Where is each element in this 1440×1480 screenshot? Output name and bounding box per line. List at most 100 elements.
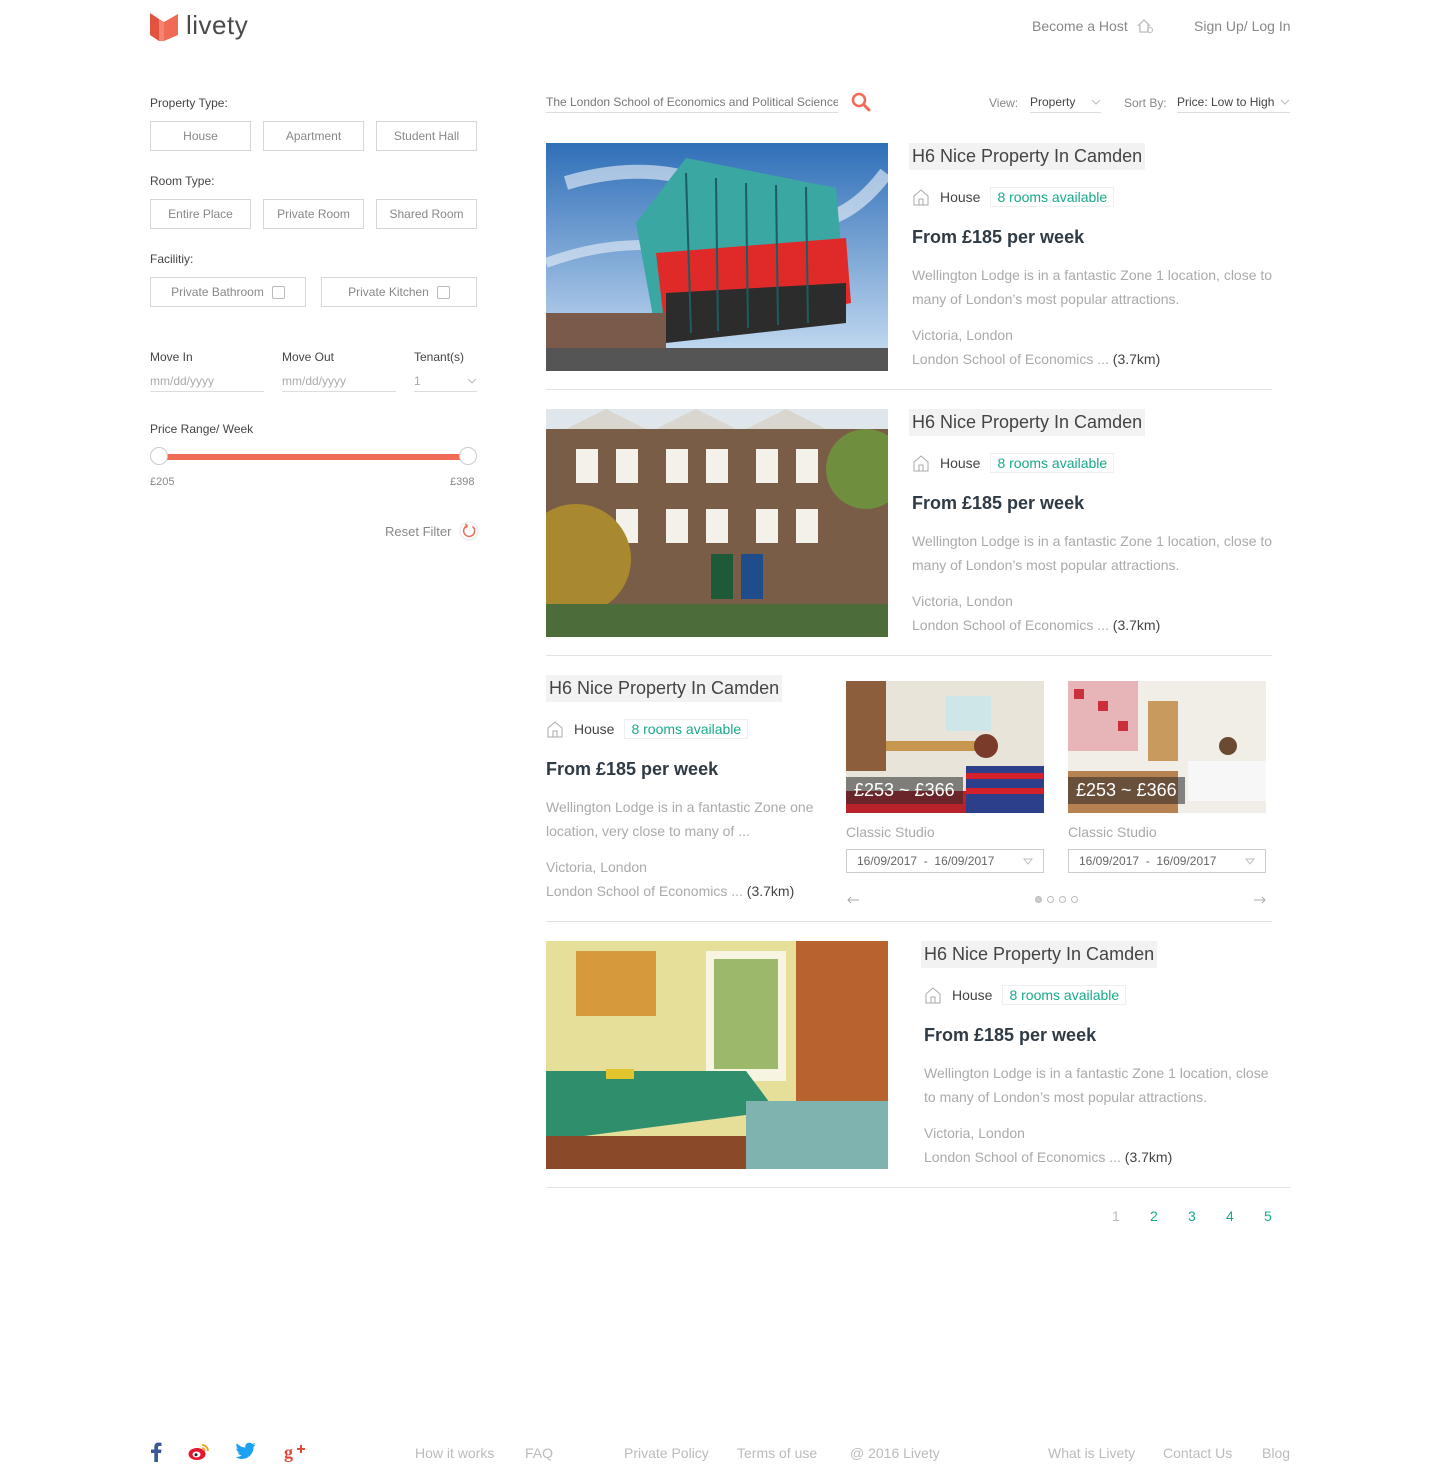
arrow-left-icon[interactable] — [846, 895, 860, 905]
facebook-icon[interactable] — [150, 1442, 162, 1462]
become-host-label: Become a Host — [1032, 18, 1128, 34]
building-photo — [546, 143, 888, 371]
footer-link-terms[interactable]: Terms of use — [737, 1445, 817, 1461]
property-type: House — [940, 189, 981, 205]
move-out-field[interactable]: mm/dd/yyyy — [282, 370, 396, 392]
distance-text: (3.7km) — [746, 883, 795, 899]
logo[interactable]: livety — [150, 10, 248, 41]
property-type-apartment-button[interactable]: Apartment — [263, 121, 364, 151]
room-date-range: 16/09/2017 - 16/09/2017 — [1079, 854, 1217, 868]
room-date-select[interactable]: 16/09/2017 - 16/09/2017 — [846, 849, 1044, 873]
listing-divider — [546, 921, 1272, 922]
room-date-select[interactable]: 16/09/2017 - 16/09/2017 — [1068, 849, 1266, 873]
search-icon[interactable] — [851, 92, 871, 112]
carousel-dot[interactable] — [1047, 896, 1054, 903]
search-input[interactable]: The London School of Economics and Polit… — [546, 95, 838, 113]
school-text: London School of Economics ... — [924, 1149, 1121, 1165]
listing-photo[interactable] — [546, 143, 888, 371]
move-in-placeholder: mm/dd/yyyy — [150, 373, 215, 388]
description-line: Wellington Lodge is in a fantastic Zone … — [546, 799, 814, 815]
room-date-to: 16/09/2017 — [934, 854, 995, 868]
page-link-1[interactable]: 1 — [1112, 1208, 1120, 1224]
listing-title[interactable]: H6 Nice Property In Camden — [546, 675, 783, 702]
listing-divider — [546, 655, 1272, 656]
view-select[interactable]: Property — [1030, 95, 1101, 113]
location-text: Victoria, London — [546, 859, 647, 875]
facility-private-kitchen-button[interactable]: Private Kitchen — [321, 277, 477, 307]
listing-title[interactable]: H6 Nice Property In Camden — [909, 143, 1146, 170]
move-out-label: Move Out — [282, 350, 335, 364]
carousel-dot[interactable] — [1035, 896, 1042, 903]
sort-select[interactable]: Price: Low to High — [1177, 95, 1290, 113]
carousel-dot[interactable] — [1071, 896, 1078, 903]
page-link-2[interactable]: 2 — [1150, 1208, 1158, 1224]
listing-description: Wellington Lodge is in a fantastic Zone … — [546, 795, 813, 843]
description-line: to many of London’s most popular attract… — [924, 1089, 1208, 1105]
become-host-link[interactable]: Become a Host — [1032, 18, 1154, 34]
google-plus-icon[interactable]: g — [284, 1442, 306, 1462]
room-name: Classic Studio — [1068, 824, 1157, 840]
bedroom-photo — [546, 941, 888, 1169]
property-type-house-button[interactable]: House — [150, 121, 251, 151]
distance-text: (3.7km) — [1112, 351, 1161, 367]
price-max-handle[interactable] — [459, 447, 477, 465]
rooms-available-badge: 8 rooms available — [990, 453, 1115, 473]
listing-photo[interactable] — [546, 409, 888, 637]
distance-text: (3.7km) — [1112, 617, 1161, 633]
school-text: London School of Economics ... — [912, 617, 1109, 633]
price-min-value: £205 — [150, 476, 175, 488]
page-link-4[interactable]: 4 — [1226, 1208, 1234, 1224]
listing-description: Wellington Lodge is in a fantastic Zone … — [912, 529, 1272, 577]
facility-private-bathroom-label: Private Bathroom — [171, 285, 264, 299]
sort-value: Price: Low to High — [1177, 95, 1275, 109]
rooms-available-badge: 8 rooms available — [990, 187, 1115, 207]
chevron-down-icon — [1023, 858, 1033, 865]
room-card-photo[interactable]: £253 ~ £366 — [846, 681, 1044, 813]
footer-link-how-it-works[interactable]: How it works — [415, 1445, 494, 1461]
description-line: Wellington Lodge is in a fantastic Zone … — [912, 533, 1273, 549]
property-type-student-hall-button[interactable]: Student Hall — [376, 121, 477, 151]
distance-text: (3.7km) — [1124, 1149, 1173, 1165]
price-min-handle[interactable] — [150, 447, 168, 465]
room-price-badge: £253 ~ £366 — [1068, 777, 1185, 804]
page-link-3[interactable]: 3 — [1188, 1208, 1196, 1224]
weibo-icon[interactable] — [188, 1442, 210, 1462]
signup-login-link[interactable]: Sign Up/ Log In — [1194, 18, 1291, 34]
listing-photo[interactable] — [546, 941, 888, 1169]
tenants-select[interactable]: 1 — [414, 370, 477, 392]
facility-private-kitchen-label: Private Kitchen — [348, 285, 429, 299]
room-type-private-room-button[interactable]: Private Room — [263, 199, 364, 229]
footer-link-faq[interactable]: FAQ — [525, 1445, 553, 1461]
chevron-down-icon — [1280, 99, 1290, 105]
house-icon — [913, 455, 929, 472]
footer-copyright: @ 2016 Livety — [850, 1445, 940, 1461]
facility-private-bathroom-button[interactable]: Private Bathroom — [150, 277, 306, 307]
livety-logo-icon — [150, 12, 178, 41]
private-bathroom-checkbox[interactable] — [271, 285, 285, 299]
listing-meta: House 8 rooms available — [912, 187, 1115, 207]
price-range-label: Price Range/ Week — [150, 422, 254, 436]
carousel-dot[interactable] — [1059, 896, 1066, 903]
house-icon — [1137, 19, 1153, 33]
footer-link-contact-us[interactable]: Contact Us — [1163, 1445, 1232, 1461]
page-link-5[interactable]: 5 — [1264, 1208, 1272, 1224]
arrow-right-icon[interactable] — [1253, 895, 1267, 905]
price-range-track[interactable] — [158, 454, 468, 460]
twitter-icon[interactable] — [236, 1442, 256, 1460]
footer-link-blog[interactable]: Blog — [1262, 1445, 1290, 1461]
move-in-field[interactable]: mm/dd/yyyy — [150, 370, 264, 392]
house-icon — [547, 721, 563, 738]
room-type-entire-place-button[interactable]: Entire Place — [150, 199, 251, 229]
room-type-shared-room-button[interactable]: Shared Room — [376, 199, 477, 229]
private-kitchen-checkbox[interactable] — [436, 285, 450, 299]
property-type: House — [940, 455, 981, 471]
location-text: Victoria, London — [924, 1125, 1025, 1141]
footer-link-what-is-livety[interactable]: What is Livety — [1048, 1445, 1135, 1461]
room-card-photo[interactable]: £253 ~ £366 — [1068, 681, 1266, 813]
room-price-badge: £253 ~ £366 — [846, 777, 963, 804]
reset-filter-button[interactable]: Reset Filter — [385, 521, 479, 541]
property-type-label: Property Type: — [150, 96, 228, 110]
footer-link-privacy-policy[interactable]: Private Policy — [624, 1445, 709, 1461]
listing-title[interactable]: H6 Nice Property In Camden — [909, 409, 1146, 436]
listing-title[interactable]: H6 Nice Property In Camden — [921, 941, 1158, 968]
